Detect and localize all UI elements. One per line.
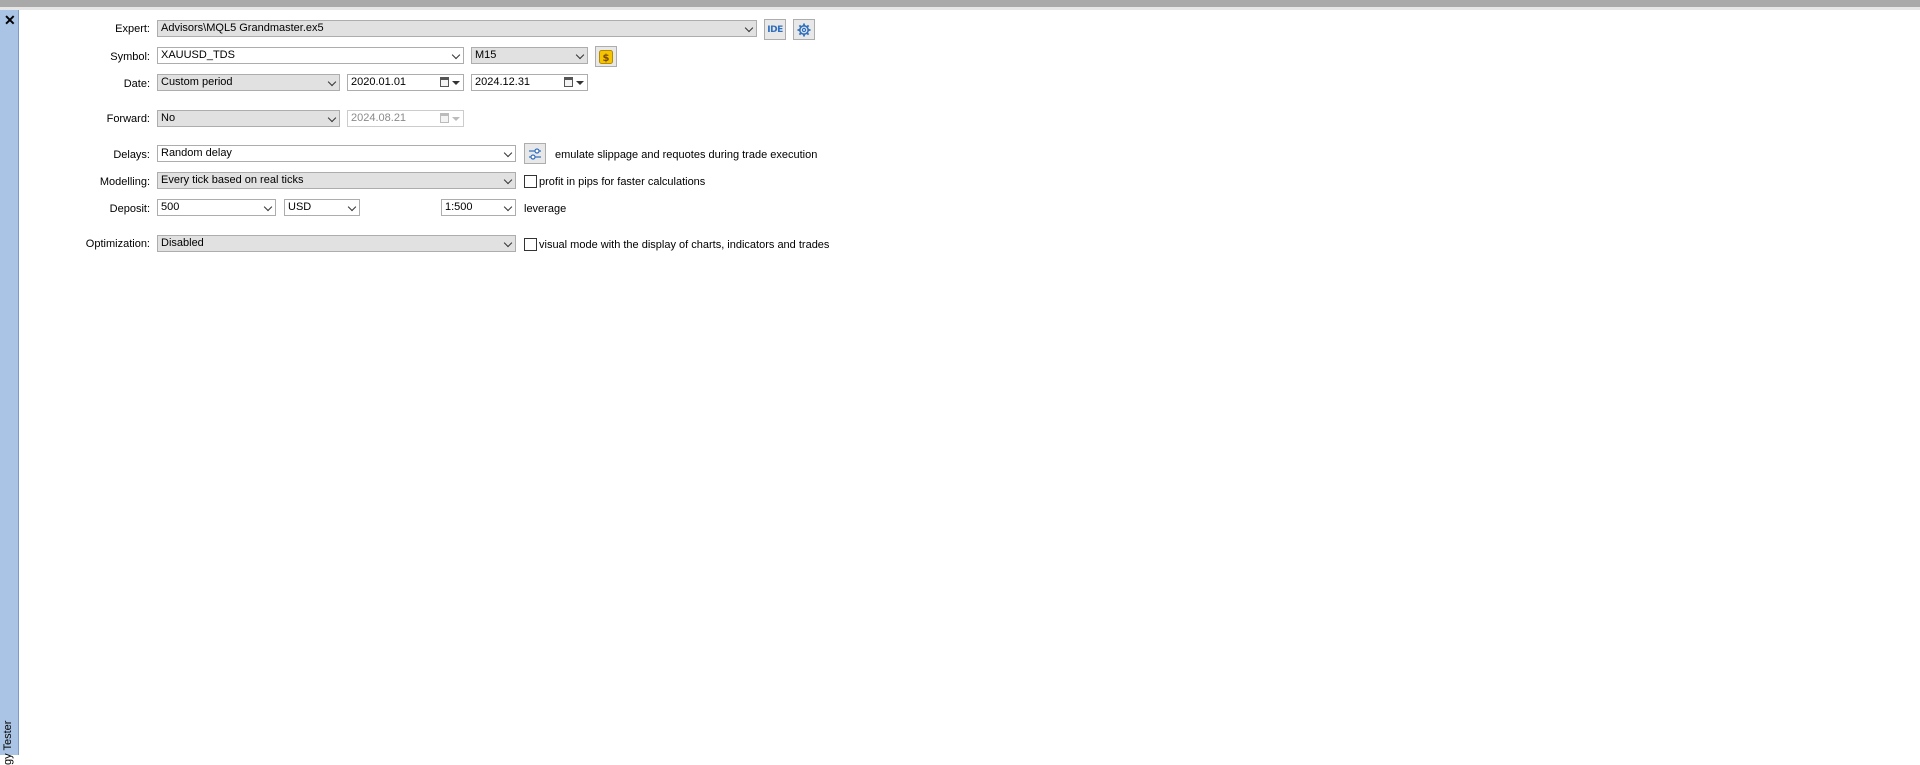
window-top-bar [0,0,1920,7]
expert-settings-button[interactable] [793,19,815,40]
svg-text:$: $ [603,53,610,64]
visual-mode-label[interactable]: visual mode with the display of charts, … [539,238,829,252]
chevron-down-icon [327,77,337,87]
window-top-separator [0,7,1920,10]
modelling-select[interactable]: Every tick based on real ticks [157,172,516,189]
leverage-label: leverage [524,203,567,215]
chevron-down-icon [503,202,513,212]
delays-description: emulate slippage and requotes during tra… [555,149,818,161]
side-panel-title-text: gy Tester [2,720,14,765]
expert-select-value: Advisors\MQL5 Grandmaster.ex5 [161,22,324,34]
chevron-down-icon [744,23,754,33]
side-panel-title: gy Tester [2,710,18,765]
date-from-picker[interactable]: 2020.01.01 [347,74,464,91]
modelling-select-value: Every tick based on real ticks [161,174,304,186]
chevron-down-icon [503,175,513,185]
chevron-down-icon [503,148,513,158]
gear-icon [797,23,811,36]
deposit-label: Deposit: [109,203,150,215]
profit-in-pips-checkbox[interactable] [524,175,537,188]
forward-date-picker: 2024.08.21 [347,110,464,127]
deposit-currency-value: USD [288,201,312,213]
timeframe-select[interactable]: M15 [471,47,588,64]
chevron-down-icon [451,50,461,60]
calendar-icon [564,77,573,87]
deposit-currency-select[interactable]: USD [284,199,360,216]
optimization-label: Optimization: [85,238,150,250]
close-icon[interactable]: ✕ [4,13,16,27]
delays-select-value: Random delay [161,147,232,159]
date-from-value: 2020.01.01 [351,76,407,88]
symbol-select[interactable]: XAUUSD_TDS [157,47,464,64]
chevron-down-icon [503,238,513,248]
delays-settings-button[interactable] [524,143,546,164]
date-to-picker[interactable]: 2024.12.31 [471,74,588,91]
optimization-select-value: Disabled [161,237,204,249]
strategy-tester-side-panel: ✕ gy Tester [0,10,19,765]
forward-select[interactable]: No [157,110,340,127]
ide-button-label: IDE [767,24,783,35]
delays-select[interactable]: Random delay [157,145,516,162]
expert-label: Expert: [115,23,150,35]
expert-select[interactable]: Advisors\MQL5 Grandmaster.ex5 [157,20,757,37]
chevron-down-icon [575,50,585,60]
dropdown-arrow-icon [576,81,584,85]
symbol-select-value: XAUUSD_TDS [161,49,235,61]
calendar-icon [440,113,449,123]
forward-select-value: No [161,112,176,124]
forward-label: Forward: [106,113,150,125]
timeframe-select-value: M15 [475,49,497,61]
visual-mode-checkbox[interactable] [524,238,537,251]
delays-label: Delays: [113,149,150,161]
ide-button[interactable]: IDE [764,19,786,40]
deposit-amount-value: 500 [161,201,180,213]
date-to-value: 2024.12.31 [475,76,531,88]
optimization-select[interactable]: Disabled [157,235,516,252]
sliders-icon [529,147,541,160]
deposit-amount-select[interactable]: 500 [157,199,276,216]
dropdown-arrow-icon [452,117,460,121]
date-label: Date: [123,78,150,90]
symbol-properties-button[interactable]: $ [595,46,617,67]
date-period-select[interactable]: Custom period [157,74,340,91]
symbol-label: Symbol: [110,51,150,63]
chevron-down-icon [327,113,337,123]
dollar-icon: $ [599,49,613,64]
chevron-down-icon [263,202,273,212]
dropdown-arrow-icon [452,81,460,85]
modelling-label: Modelling: [99,176,150,188]
leverage-value: 1:500 [445,201,473,213]
forward-date-value: 2024.08.21 [351,112,407,124]
leverage-select[interactable]: 1:500 [441,199,516,216]
chevron-down-icon [347,202,357,212]
date-period-value: Custom period [161,76,233,88]
profit-in-pips-label[interactable]: profit in pips for faster calculations [539,175,705,189]
calendar-icon [440,77,449,87]
